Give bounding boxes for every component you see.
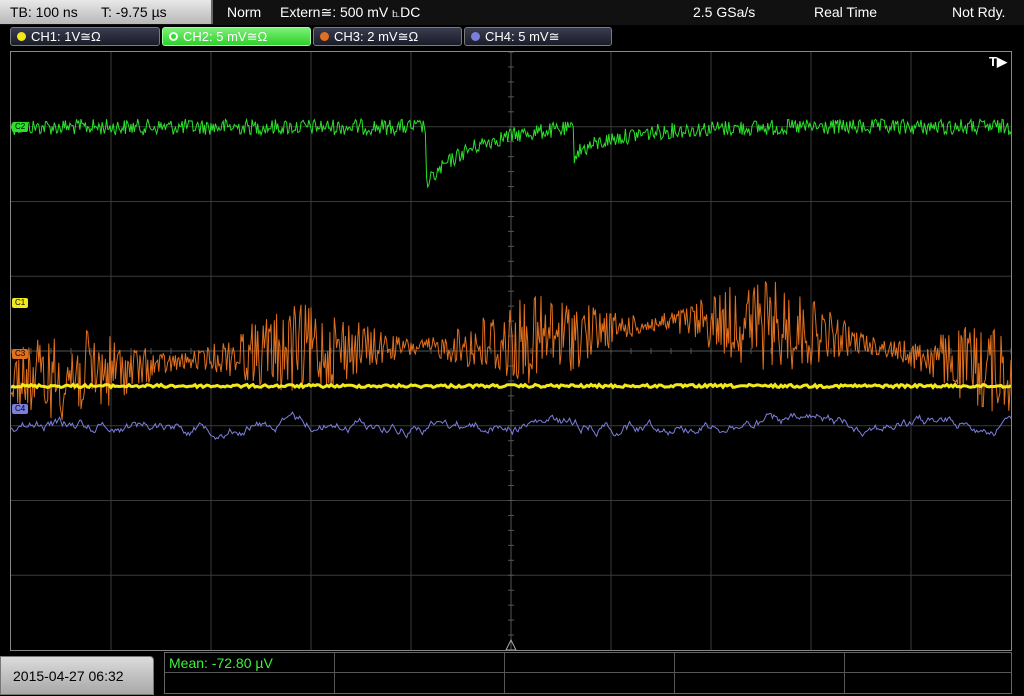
run-status[interactable]: Not Rdy. [952,0,1005,24]
datetime-box[interactable]: 2015-04-27 06:32 [0,656,154,695]
ch4-offset-marker[interactable]: C4 [12,404,29,414]
ch2-offset-marker[interactable]: C2 [12,122,29,132]
trigger-mode[interactable]: Norm [227,0,261,24]
measurement-cell [675,673,845,693]
measurement-cell [335,673,505,693]
channel-ch1-chip[interactable]: CH1: 1V≅Ω [10,27,160,46]
measurement-cell [335,653,505,673]
top-status-bar: TB: 100 ns T: -9.75 µs Norm Extern≅: 500… [0,0,1024,25]
measurement-cell [165,673,335,693]
trigger-flag-icon[interactable]: T▶ [989,54,1007,70]
ch1-offset-marker[interactable]: C1 [12,298,29,308]
measurement-mean: Mean: -72.80 µV [169,655,273,671]
timebase-readout: TB: 100 ns [10,4,78,20]
ch3-offset-marker[interactable]: C3 [12,349,29,359]
waveform-canvas [11,52,1011,650]
trigger-time-readout: T: -9.75 µs [101,4,167,20]
measurement-cell: Mean: -72.80 µV [165,653,335,673]
channel-ch2-chip[interactable]: CH2: 5 mV≅Ω [162,27,311,46]
acquisition-mode[interactable]: Real Time [814,0,877,24]
ch4-label: CH4: 5 mV≅ [485,29,560,44]
ch2-label: CH2: 5 mV≅Ω [183,29,268,44]
measurement-table[interactable]: Mean: -72.80 µV [164,652,1012,694]
ch3-dot-icon [320,32,329,41]
ch1-dot-icon [17,32,26,41]
graticule-grid [11,52,1011,650]
ch4-dot-icon [471,32,480,41]
measurement-cell [505,673,675,693]
ch2-dot-icon [169,32,178,41]
sample-rate[interactable]: 2.5 GSa/s [693,0,755,24]
measurement-cell [845,673,1011,693]
ch3-label: CH3: 2 mV≅Ω [334,29,419,44]
waveform-display[interactable]: T▶ C2 C1 C3 C4 [10,51,1012,651]
channel-bar: CH1: 1V≅Ω CH2: 5 mV≅Ω CH3: 2 mV≅Ω CH4: 5… [0,25,1024,49]
trigger-source[interactable]: Extern≅: 500 mV ⦜DC [280,0,420,24]
timebase-box[interactable]: TB: 100 ns T: -9.75 µs [0,0,213,24]
measurement-cell [505,653,675,673]
measurement-cell [845,653,1011,673]
channel-ch3-chip[interactable]: CH3: 2 mV≅Ω [313,27,462,46]
ch1-label: CH1: 1V≅Ω [31,29,101,44]
measurement-cell [675,653,845,673]
channel-ch4-chip[interactable]: CH4: 5 mV≅ [464,27,612,46]
